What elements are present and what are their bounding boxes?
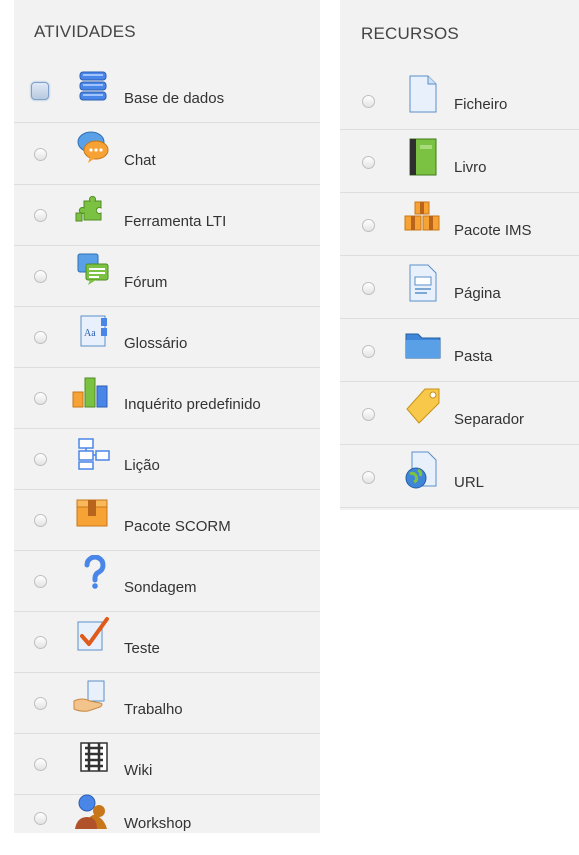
workshop-people-icon bbox=[73, 793, 107, 829]
resource-radio-separador[interactable] bbox=[362, 408, 375, 421]
activity-radio-workshop[interactable] bbox=[34, 812, 47, 825]
activity-radio-inquerito-predefinido[interactable] bbox=[34, 392, 47, 405]
resource-label: Livro bbox=[454, 159, 487, 176]
file-icon bbox=[406, 74, 440, 113]
resource-option-url[interactable]: URL bbox=[340, 444, 579, 508]
activity-option-wiki[interactable]: Wiki bbox=[14, 734, 320, 795]
resource-radio-pasta[interactable] bbox=[362, 345, 375, 358]
activity-label: Workshop bbox=[124, 815, 192, 832]
resource-radio-ficheiro[interactable] bbox=[362, 95, 375, 108]
activity-option-ferramenta-lti[interactable]: Ferramenta LTI bbox=[14, 185, 320, 246]
activity-option-inquerito-predefinido[interactable]: Inquérito predefinido bbox=[14, 368, 320, 429]
activity-radio-pacote-scorm[interactable] bbox=[34, 514, 47, 527]
quiz-check-icon bbox=[74, 616, 109, 651]
activity-radio-sondagem[interactable] bbox=[34, 575, 47, 588]
activity-option-trabalho[interactable]: Trabalho bbox=[14, 673, 320, 734]
assignment-hand-icon bbox=[72, 679, 106, 713]
question-mark-icon bbox=[78, 554, 112, 589]
activity-option-base-de-dados[interactable]: Base de dados bbox=[14, 62, 320, 123]
activity-label: Inquérito predefinido bbox=[124, 396, 261, 413]
resource-option-livro[interactable]: Livro bbox=[340, 129, 579, 193]
database-icon bbox=[77, 70, 111, 104]
resource-option-ficheiro[interactable]: Ficheiro bbox=[340, 66, 579, 130]
activity-option-forum[interactable]: Fórum bbox=[14, 246, 320, 307]
activity-radio-base-de-dados[interactable] bbox=[31, 82, 49, 100]
activity-option-workshop[interactable]: Workshop bbox=[14, 793, 320, 855]
resource-option-pagina[interactable]: Página bbox=[340, 255, 579, 319]
survey-chart-icon bbox=[71, 374, 108, 408]
resource-radio-pacote-ims[interactable] bbox=[362, 219, 375, 232]
book-icon bbox=[406, 137, 440, 176]
glossary-icon: Aa bbox=[77, 314, 111, 348]
resource-label: Página bbox=[454, 285, 501, 302]
wiki-icon bbox=[77, 740, 111, 774]
activity-label: Lição bbox=[124, 457, 160, 474]
puzzle-icon bbox=[74, 193, 108, 227]
activity-label: Wiki bbox=[124, 762, 153, 779]
activity-option-sondagem[interactable]: Sondagem bbox=[14, 551, 320, 612]
resource-option-pasta[interactable]: Pasta bbox=[340, 318, 579, 382]
resources-title: RECURSOS bbox=[361, 24, 459, 43]
activity-radio-ferramenta-lti[interactable] bbox=[34, 209, 47, 222]
scorm-package-icon bbox=[75, 496, 109, 530]
activity-label: Pacote SCORM bbox=[124, 518, 231, 535]
activity-radio-licao[interactable] bbox=[34, 453, 47, 466]
resource-label: Ficheiro bbox=[454, 96, 508, 113]
resource-option-separador[interactable]: Separador bbox=[340, 381, 579, 445]
activity-option-chat[interactable]: Chat bbox=[14, 124, 320, 185]
activity-radio-glossario[interactable] bbox=[34, 331, 47, 344]
activity-label: Ferramenta LTI bbox=[124, 213, 227, 230]
activity-label: Sondagem bbox=[124, 579, 197, 596]
resource-radio-url[interactable] bbox=[362, 471, 375, 484]
resource-label: Pasta bbox=[454, 348, 493, 365]
activity-radio-forum[interactable] bbox=[34, 270, 47, 283]
activity-option-glossario[interactable]: Aa Glossário bbox=[14, 307, 320, 368]
activity-label: Chat bbox=[124, 152, 156, 169]
folder-icon bbox=[404, 328, 441, 362]
activity-radio-trabalho[interactable] bbox=[34, 697, 47, 710]
activity-label: Base de dados bbox=[124, 90, 225, 107]
resource-radio-livro[interactable] bbox=[362, 156, 375, 169]
resource-radio-pagina[interactable] bbox=[362, 282, 375, 295]
activity-label: Teste bbox=[124, 640, 160, 657]
activity-radio-teste[interactable] bbox=[34, 636, 47, 649]
activity-label: Glossário bbox=[124, 335, 188, 352]
resources-panel: RECURSOS Ficheiro Livro Pacote IMS Págin… bbox=[340, 0, 579, 510]
activity-option-licao[interactable]: Lição bbox=[14, 429, 320, 490]
resource-label: Separador bbox=[454, 411, 525, 428]
page-icon bbox=[406, 263, 440, 302]
activities-panel: ATIVIDADES Base de dados Chat Ferramenta… bbox=[14, 0, 320, 833]
ims-package-icon bbox=[403, 200, 440, 234]
lesson-icon bbox=[77, 437, 111, 471]
activity-label: Trabalho bbox=[124, 701, 183, 718]
activity-label: Fórum bbox=[124, 274, 168, 291]
activity-radio-chat[interactable] bbox=[34, 148, 47, 161]
svg-text:Aa: Aa bbox=[84, 328, 96, 339]
activities-title: ATIVIDADES bbox=[34, 22, 136, 41]
forum-icon bbox=[76, 252, 110, 286]
resource-option-pacote-ims[interactable]: Pacote IMS bbox=[340, 192, 579, 256]
resource-label: URL bbox=[454, 474, 485, 491]
label-tag-icon bbox=[403, 385, 440, 424]
chat-icon bbox=[76, 130, 110, 164]
activity-radio-wiki[interactable] bbox=[34, 758, 47, 771]
url-globe-icon bbox=[404, 450, 438, 489]
activity-option-pacote-scorm[interactable]: Pacote SCORM bbox=[14, 490, 320, 551]
resource-label: Pacote IMS bbox=[454, 222, 532, 239]
activity-option-teste[interactable]: Teste bbox=[14, 612, 320, 673]
